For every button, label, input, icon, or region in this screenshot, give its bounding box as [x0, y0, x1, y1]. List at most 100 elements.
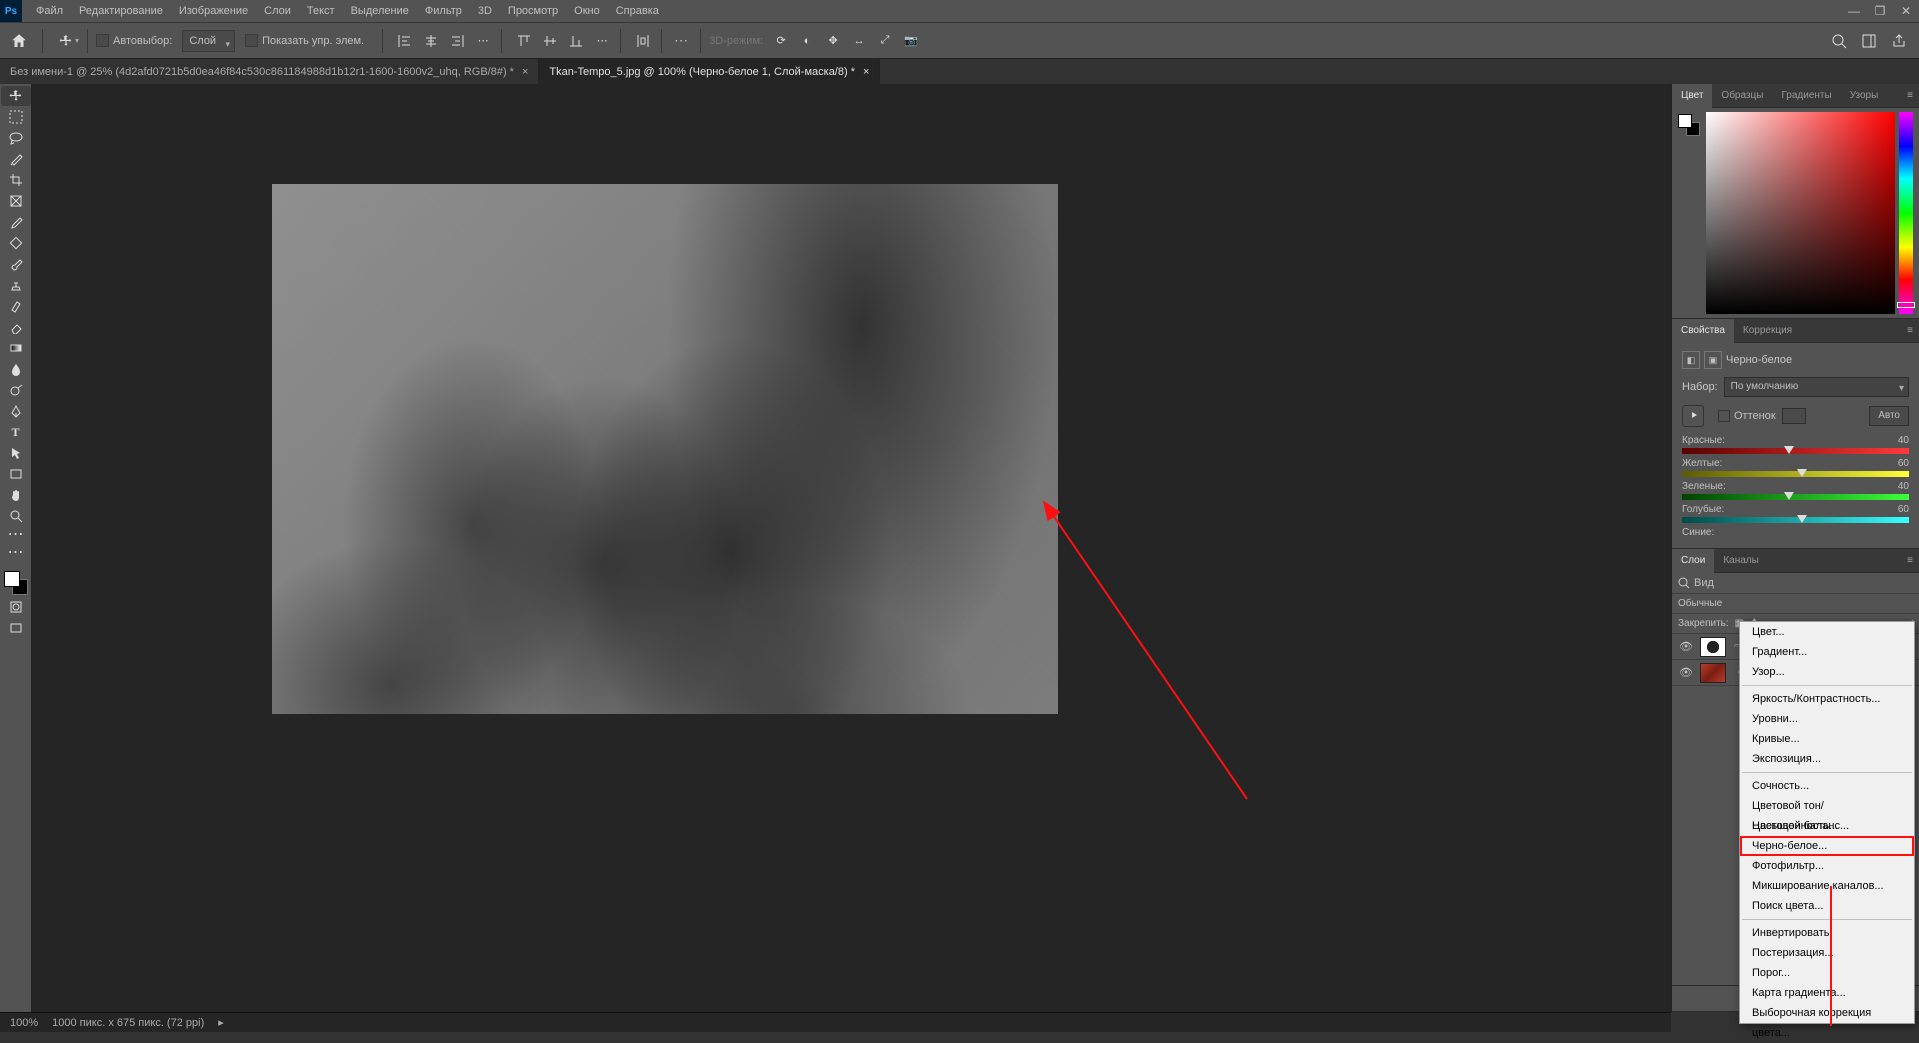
dist-1-icon[interactable]	[633, 31, 653, 51]
tab-gradients[interactable]: Градиенты	[1772, 84, 1840, 108]
slider-value-yellow[interactable]: 60	[1898, 458, 1909, 469]
frame-tool[interactable]	[1, 191, 31, 211]
align-center-h-icon[interactable]	[421, 31, 441, 51]
menu-item-gradient[interactable]: Градиент...	[1740, 642, 1914, 662]
tab-channels[interactable]: Каналы	[1714, 549, 1768, 573]
move-tool[interactable]	[1, 86, 31, 106]
show-transform-controls-checkbox[interactable]: Показать упр. элем.	[245, 34, 364, 47]
panel-menu-icon[interactable]: ≡	[1901, 555, 1919, 566]
visibility-toggle[interactable]: 👁	[1678, 640, 1694, 653]
slider-value-cyan[interactable]: 60	[1898, 504, 1909, 515]
menu-help[interactable]: Справка	[608, 0, 667, 22]
3d-zoom-icon[interactable]: ⤢	[875, 31, 895, 51]
path-select-tool[interactable]	[1, 443, 31, 463]
hue-strip[interactable]	[1899, 112, 1913, 314]
close-icon[interactable]: ×	[522, 66, 528, 78]
menu-item-invert[interactable]: Инвертировать	[1740, 923, 1914, 943]
document-tab[interactable]: Tkan-Tempo_5.jpg @ 100% (Черно-белое 1, …	[539, 59, 880, 85]
menu-layer[interactable]: Слои	[256, 0, 299, 22]
slider-value-green[interactable]: 40	[1898, 481, 1909, 492]
tab-properties[interactable]: Свойства	[1672, 319, 1734, 343]
panel-menu-icon[interactable]: ≡	[1901, 325, 1919, 336]
tab-swatches[interactable]: Образцы	[1712, 84, 1772, 108]
menu-item-pattern[interactable]: Узор...	[1740, 662, 1914, 682]
zoom-tool[interactable]	[1, 506, 31, 526]
quick-select-tool[interactable]	[1, 149, 31, 169]
3d-orbit-icon[interactable]: ⟳	[771, 31, 791, 51]
menu-text[interactable]: Текст	[299, 0, 343, 22]
menu-window[interactable]: Окно	[566, 0, 608, 22]
distribute-top-icon[interactable]	[514, 31, 534, 51]
distribute-v-center-icon[interactable]	[540, 31, 560, 51]
align-more2-icon[interactable]: ⋯	[592, 31, 612, 51]
window-close-button[interactable]: ✕	[1896, 3, 1916, 19]
layer-thumbnail[interactable]	[1700, 637, 1726, 657]
menu-item-vibrance[interactable]: Сочность...	[1740, 776, 1914, 796]
slider-track-yellow[interactable]	[1682, 471, 1909, 477]
history-brush-tool[interactable]	[1, 296, 31, 316]
type-tool[interactable]: T	[1, 422, 31, 442]
lasso-tool[interactable]	[1, 128, 31, 148]
pen-tool[interactable]	[1, 401, 31, 421]
tab-layers[interactable]: Слои	[1672, 549, 1714, 573]
tab-patterns[interactable]: Узоры	[1841, 84, 1888, 108]
marquee-tool[interactable]	[1, 107, 31, 127]
menu-item-solid-color[interactable]: Цвет...	[1740, 622, 1914, 642]
fg-bg-swatch[interactable]	[4, 571, 28, 595]
screenmode-toggle[interactable]	[1, 618, 31, 638]
brush-tool[interactable]	[1, 254, 31, 274]
auto-select-target-dropdown[interactable]: Слой	[182, 30, 235, 52]
zoom-level[interactable]: 100%	[10, 1017, 38, 1029]
menu-3d[interactable]: 3D	[470, 0, 500, 22]
align-left-icon[interactable]	[395, 31, 415, 51]
menu-item-channel-mixer[interactable]: Микширование каналов...	[1740, 876, 1914, 896]
hand-tool[interactable]	[1, 485, 31, 505]
slider-thumb[interactable]	[1784, 446, 1794, 454]
menu-view[interactable]: Просмотр	[500, 0, 566, 22]
menu-item-curves[interactable]: Кривые...	[1740, 729, 1914, 749]
3d-pan-icon[interactable]: ✥	[823, 31, 843, 51]
color-field[interactable]	[1706, 112, 1895, 314]
filter-type-label[interactable]: Вид	[1694, 577, 1714, 589]
menu-edit[interactable]: Редактирование	[71, 0, 171, 22]
blur-tool[interactable]	[1, 359, 31, 379]
preset-dropdown[interactable]: По умолчанию	[1724, 377, 1909, 397]
menu-item-selective-color[interactable]: Выборочная коррекция цвета...	[1740, 1003, 1914, 1023]
menu-item-exposure[interactable]: Экспозиция...	[1740, 749, 1914, 769]
3d-slide-icon[interactable]: ↔	[849, 31, 869, 51]
clone-tool[interactable]	[1, 275, 31, 295]
menu-item-color-balance[interactable]: Цветовой баланс...	[1740, 816, 1914, 836]
slider-thumb[interactable]	[1797, 469, 1807, 477]
auto-button[interactable]: Авто	[1869, 406, 1909, 426]
tint-checkbox[interactable]: Оттенок	[1718, 410, 1776, 422]
3d-camera-icon[interactable]: 📷	[901, 31, 921, 51]
window-minimize-button[interactable]: —	[1844, 3, 1864, 19]
color-fg-bg-swatch[interactable]	[1678, 114, 1700, 136]
search-icon[interactable]	[1829, 31, 1849, 51]
menu-item-posterize[interactable]: Постеризация...	[1740, 943, 1914, 963]
visibility-toggle[interactable]: 👁	[1678, 666, 1694, 679]
doc-dimensions[interactable]: 1000 пикс. x 675 пикс. (72 ppi)	[52, 1017, 204, 1029]
slider-thumb[interactable]	[1797, 515, 1807, 523]
tab-color[interactable]: Цвет	[1672, 84, 1712, 108]
auto-select-checkbox[interactable]: Автовыбор:	[96, 34, 172, 47]
slider-thumb[interactable]	[1784, 492, 1794, 500]
slider-value-red[interactable]: 40	[1898, 435, 1909, 446]
menu-item-photo-filter[interactable]: Фотофильтр...	[1740, 856, 1914, 876]
3d-roll-icon[interactable]: ◐	[797, 31, 817, 51]
menu-item-levels[interactable]: Уровни...	[1740, 709, 1914, 729]
slider-track-red[interactable]	[1682, 448, 1909, 454]
menu-item-threshold[interactable]: Порог...	[1740, 963, 1914, 983]
menu-item-color-lookup[interactable]: Поиск цвета...	[1740, 896, 1914, 916]
layer-thumbnail[interactable]	[1700, 663, 1726, 683]
home-button[interactable]	[4, 27, 34, 55]
overflow-icon[interactable]: ⋯	[674, 32, 688, 49]
align-more-icon[interactable]: ⋯	[473, 31, 493, 51]
panel-menu-icon[interactable]: ≡	[1901, 90, 1919, 101]
status-menu-chevron[interactable]: ▸	[218, 1016, 224, 1029]
canvas-area[interactable]	[32, 84, 1671, 1012]
menu-filter[interactable]: Фильтр	[417, 0, 470, 22]
align-right-icon[interactable]	[447, 31, 467, 51]
healing-tool[interactable]	[1, 233, 31, 253]
gradient-tool[interactable]	[1, 338, 31, 358]
